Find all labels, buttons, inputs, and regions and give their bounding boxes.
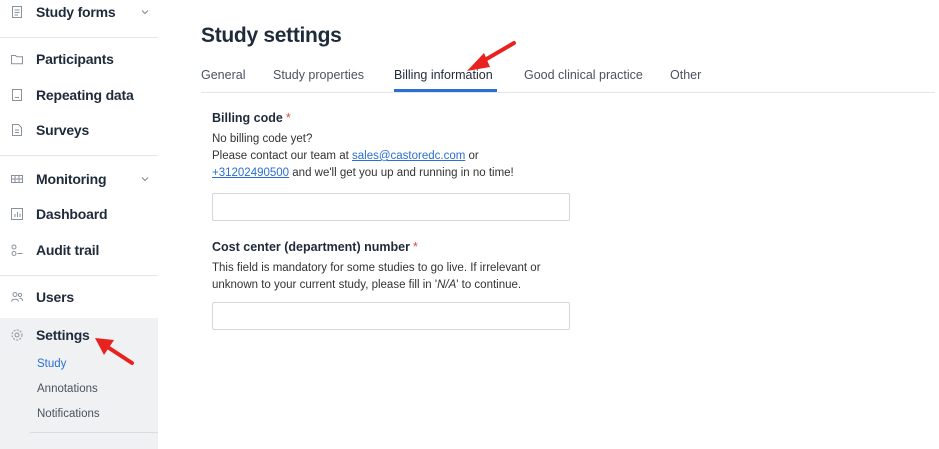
sidebar-divider: [0, 155, 158, 156]
cost-center-help-line-2: unknown to your current study, please fi…: [212, 277, 541, 294]
annotation-arrow-settings: [95, 338, 134, 365]
sidebar-item-label: Monitoring: [36, 171, 107, 187]
required-asterisk: *: [285, 111, 291, 125]
cost-center-label-text: Cost center (department) number: [212, 240, 410, 254]
settings-sub-item-study[interactable]: Study: [37, 358, 66, 370]
chevron-down-icon[interactable]: [140, 174, 150, 184]
phone-link[interactable]: +31202490500: [212, 167, 289, 179]
tab-study-properties[interactable]: Study properties: [273, 68, 364, 82]
users-icon: [10, 290, 24, 304]
sidebar-item-dashboard[interactable]: Dashboard: [0, 197, 158, 231]
billing-help-text: or: [465, 150, 479, 162]
sidebar-item-label: Repeating data: [36, 87, 134, 103]
chevron-down-icon[interactable]: [140, 7, 150, 17]
sidebar-item-repeating-data[interactable]: Repeating data: [0, 78, 158, 112]
sidebar-item-study-forms[interactable]: Study forms: [0, 0, 158, 29]
billing-help-text: Please contact our team at: [212, 150, 352, 162]
sidebar-divider: [0, 37, 158, 38]
billing-help-line-3: +31202490500 and we'll get you up and ru…: [212, 165, 514, 182]
sidebar-item-users[interactable]: Users: [0, 280, 158, 314]
monitoring-icon: [10, 172, 24, 186]
sidebar-item-label: Settings: [36, 327, 90, 343]
billing-help-line-2: Please contact our team at sales@castore…: [212, 148, 514, 165]
tab-general[interactable]: General: [201, 68, 245, 82]
sidebar-divider: [0, 275, 158, 276]
na-text: N/A: [437, 279, 457, 291]
sidebar-item-label: Dashboard: [36, 206, 108, 222]
sidebar-item-label: Surveys: [36, 122, 90, 138]
tab-other[interactable]: Other: [670, 68, 701, 82]
bar-chart-icon: [10, 207, 24, 221]
sidebar-item-audit-trail[interactable]: Audit trail: [0, 233, 158, 267]
sidebar-item-label: Audit trail: [36, 242, 100, 258]
document-icon: [10, 88, 24, 102]
folder-icon: [10, 52, 24, 66]
sidebar-item-monitoring[interactable]: Monitoring: [0, 162, 158, 196]
billing-code-label-text: Billing code: [212, 111, 283, 125]
sales-email-link[interactable]: sales@castoredc.com: [352, 150, 465, 162]
audit-trail-icon: [10, 243, 24, 257]
billing-code-label: Billing code *: [212, 111, 291, 125]
billing-code-input[interactable]: [212, 193, 570, 221]
settings-sub-item-annotations[interactable]: Annotations: [37, 383, 98, 395]
sidebar-item-surveys[interactable]: Surveys: [0, 113, 158, 147]
form-icon: [10, 5, 24, 19]
cost-center-label: Cost center (department) number *: [212, 240, 418, 254]
sidebar: Study forms Participants Repeating data …: [0, 0, 185, 449]
sidebar-item-label: Users: [36, 289, 74, 305]
sidebar-item-label: Participants: [36, 51, 114, 67]
cost-center-input[interactable]: [212, 302, 570, 330]
sidebar-divider: [30, 432, 158, 433]
settings-sub-item-notifications[interactable]: Notifications: [37, 408, 100, 420]
active-tab-indicator: [394, 89, 497, 92]
settings-tabs: General Study properties Billing informa…: [201, 61, 935, 93]
billing-help-line-1: No billing code yet?: [212, 133, 313, 145]
sidebar-item-participants[interactable]: Participants: [0, 42, 158, 76]
billing-help-text: and we'll get you up and running in no t…: [289, 167, 514, 179]
cost-center-help-line-1: This field is mandatory for some studies…: [212, 262, 541, 274]
annotation-arrow-tab: [467, 41, 516, 71]
cost-center-help-text: unknown to your current study, please fi…: [212, 279, 438, 291]
cost-center-help: This field is mandatory for some studies…: [212, 260, 541, 294]
tab-good-clinical-practice[interactable]: Good clinical practice: [524, 68, 643, 82]
billing-code-help: No billing code yet? Please contact our …: [212, 131, 514, 182]
survey-icon: [10, 123, 24, 137]
sidebar-item-label: Study forms: [36, 4, 116, 20]
page-title: Study settings: [201, 24, 342, 47]
required-asterisk: *: [412, 240, 418, 254]
cost-center-help-text: ' to continue.: [456, 279, 522, 291]
gear-icon: [10, 328, 24, 342]
